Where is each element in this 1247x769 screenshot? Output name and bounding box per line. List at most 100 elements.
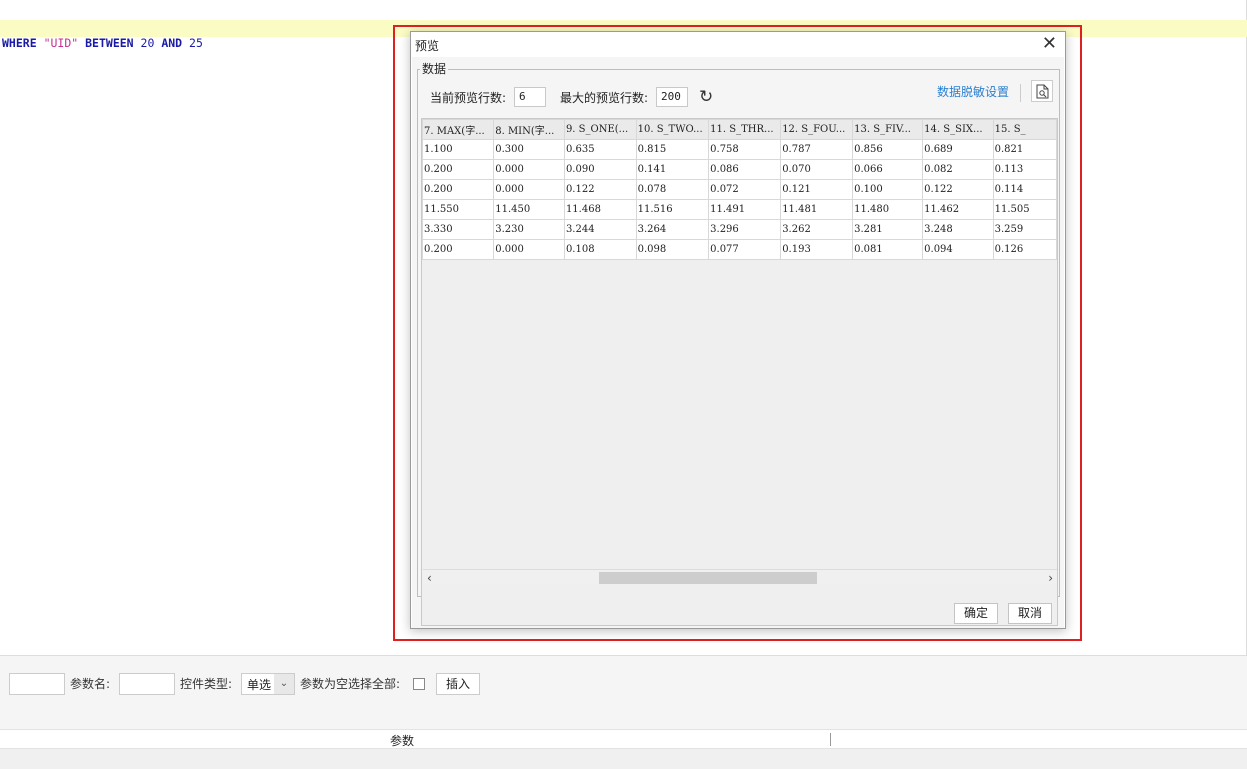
- table-cell[interactable]: 11.462: [922, 199, 994, 220]
- table-cell[interactable]: 0.121: [780, 179, 854, 200]
- column-header[interactable]: 8. MIN(字...: [493, 119, 565, 140]
- chevron-down-icon[interactable]: ⌄: [274, 674, 294, 694]
- table-row[interactable]: 3.330 3.230 3.244 3.264 3.296 3.262 3.281 3.248…: [422, 219, 1057, 240]
- horizontal-scrollbar[interactable]: ‹ ›: [423, 569, 1057, 585]
- table-cell[interactable]: 0.122: [922, 179, 994, 200]
- table-cell[interactable]: 0.100: [852, 179, 924, 200]
- table-cell[interactable]: 3.259: [992, 219, 1057, 240]
- table-cell[interactable]: 0.078: [635, 179, 710, 200]
- close-icon[interactable]: ✕: [1042, 34, 1057, 54]
- column-header[interactable]: 12. S_FOU...: [780, 119, 854, 140]
- max-rows-label: 最大的预览行数:: [560, 91, 649, 105]
- table-cell[interactable]: 0.856: [852, 139, 924, 160]
- table-cell[interactable]: 0.094: [922, 239, 994, 260]
- column-header[interactable]: 14. S_SIX...: [922, 119, 994, 140]
- column-header[interactable]: 10. S_TWO...: [635, 119, 710, 140]
- table-cell[interactable]: 0.077: [708, 239, 782, 260]
- toolbar-divider: [1020, 84, 1021, 102]
- scrollbar-thumb[interactable]: [599, 572, 817, 584]
- table-cell[interactable]: 3.281: [852, 219, 924, 240]
- table-cell[interactable]: 11.480: [852, 199, 924, 220]
- table-cell[interactable]: 0.066: [852, 159, 924, 180]
- document-preview-button[interactable]: [1031, 80, 1053, 102]
- table-cell[interactable]: 0.821: [992, 139, 1057, 160]
- table-cell[interactable]: 0.000: [493, 179, 565, 200]
- table-cell[interactable]: 0.108: [563, 239, 637, 260]
- table-cell[interactable]: 0.086: [708, 159, 782, 180]
- param-name-input[interactable]: [119, 673, 175, 695]
- table-cell[interactable]: 0.126: [992, 239, 1057, 260]
- table-cell[interactable]: 1.100: [422, 139, 495, 160]
- table-cell[interactable]: 0.815: [635, 139, 710, 160]
- table-cell[interactable]: 11.468: [563, 199, 637, 220]
- table-cell[interactable]: 3.244: [563, 219, 637, 240]
- column-header[interactable]: 11. S_THR...: [708, 119, 782, 140]
- table-cell[interactable]: 3.248: [922, 219, 994, 240]
- table-row[interactable]: 0.200 0.000 0.090 0.141 0.086 0.070 0.066 0.082…: [422, 159, 1057, 180]
- table-cell[interactable]: 0.113: [992, 159, 1057, 180]
- table-cell[interactable]: 0.758: [708, 139, 782, 160]
- sql-keyword-and: AND: [161, 36, 183, 50]
- table-cell[interactable]: 0.635: [563, 139, 637, 160]
- table-cell[interactable]: 0.114: [992, 179, 1057, 200]
- preview-data-table[interactable]: 7. MAX(字... 8. MIN(字... 9. S_ONE(... 10. S_…: [421, 118, 1058, 626]
- table-cell[interactable]: 0.072: [708, 179, 782, 200]
- table-cell[interactable]: 0.193: [780, 239, 854, 260]
- table-cell[interactable]: 11.450: [493, 199, 565, 220]
- table-row[interactable]: 1.100 0.300 0.635 0.815 0.758 0.787 0.856 0.689…: [422, 139, 1057, 160]
- control-type-select[interactable]: 单选 ⌄: [241, 673, 295, 695]
- table-row[interactable]: 11.550 11.450 11.468 11.516 11.491 11.481 11.4…: [422, 199, 1057, 220]
- insert-button[interactable]: 插入: [436, 673, 480, 695]
- ok-button[interactable]: 确定: [954, 603, 998, 624]
- column-header[interactable]: 13. S_FIV...: [852, 119, 924, 140]
- dialog-title: 预览: [415, 39, 440, 53]
- column-header[interactable]: 7. MAX(字...: [422, 119, 495, 140]
- param-name-label: 参数名:: [70, 677, 111, 691]
- table-cell[interactable]: 3.330: [422, 219, 495, 240]
- table-cell[interactable]: 0.200: [422, 179, 495, 200]
- sql-line: WHERE "UID" BETWEEN 20 AND 25: [2, 36, 203, 50]
- footer-area: [0, 749, 1247, 769]
- sql-number-2: 25: [189, 36, 203, 50]
- table-cell[interactable]: 11.481: [780, 199, 854, 220]
- scroll-right-icon[interactable]: ›: [1048, 570, 1053, 586]
- table-header-row: 7. MAX(字... 8. MIN(字... 9. S_ONE(... 10. S_…: [422, 119, 1057, 140]
- table-cell[interactable]: 0.787: [780, 139, 854, 160]
- column-divider[interactable]: [830, 733, 831, 746]
- current-rows-input[interactable]: 6: [514, 87, 546, 107]
- select-all-checkbox[interactable]: [413, 678, 425, 690]
- table-cell[interactable]: 3.296: [708, 219, 782, 240]
- table-cell[interactable]: 0.122: [563, 179, 637, 200]
- table-cell[interactable]: 11.550: [422, 199, 495, 220]
- table-cell[interactable]: 0.000: [493, 239, 565, 260]
- param-input-1[interactable]: [9, 673, 65, 695]
- table-cell[interactable]: 11.491: [708, 199, 782, 220]
- table-cell[interactable]: 11.516: [635, 199, 710, 220]
- table-cell[interactable]: 0.200: [422, 159, 495, 180]
- sql-keyword-where: WHERE: [2, 36, 37, 50]
- current-rows-label: 当前预览行数:: [430, 91, 507, 105]
- table-cell[interactable]: 0.689: [922, 139, 994, 160]
- table-cell[interactable]: 0.081: [852, 239, 924, 260]
- table-row[interactable]: 0.200 0.000 0.122 0.078 0.072 0.121 0.100 0.122…: [422, 179, 1057, 200]
- table-cell[interactable]: 0.200: [422, 239, 495, 260]
- table-cell[interactable]: 0.082: [922, 159, 994, 180]
- table-cell[interactable]: 0.070: [780, 159, 854, 180]
- table-cell[interactable]: 0.141: [635, 159, 710, 180]
- refresh-icon[interactable]: ↻: [699, 87, 713, 107]
- table-cell[interactable]: 11.505: [992, 199, 1057, 220]
- table-cell[interactable]: 3.230: [493, 219, 565, 240]
- table-row[interactable]: 0.200 0.000 0.108 0.098 0.077 0.193 0.081 0.094…: [422, 239, 1057, 260]
- table-cell[interactable]: 0.300: [493, 139, 565, 160]
- scroll-left-icon[interactable]: ‹: [427, 570, 432, 586]
- data-masking-settings-link[interactable]: 数据脱敏设置: [937, 83, 1009, 100]
- table-cell[interactable]: 3.264: [635, 219, 710, 240]
- cancel-button[interactable]: 取消: [1008, 603, 1052, 624]
- max-rows-input[interactable]: 200: [656, 87, 688, 107]
- column-header[interactable]: 15. S_: [992, 119, 1057, 140]
- column-header[interactable]: 9. S_ONE(...: [563, 119, 637, 140]
- table-cell[interactable]: 0.098: [635, 239, 710, 260]
- table-cell[interactable]: 3.262: [780, 219, 854, 240]
- table-cell[interactable]: 0.090: [563, 159, 637, 180]
- table-cell[interactable]: 0.000: [493, 159, 565, 180]
